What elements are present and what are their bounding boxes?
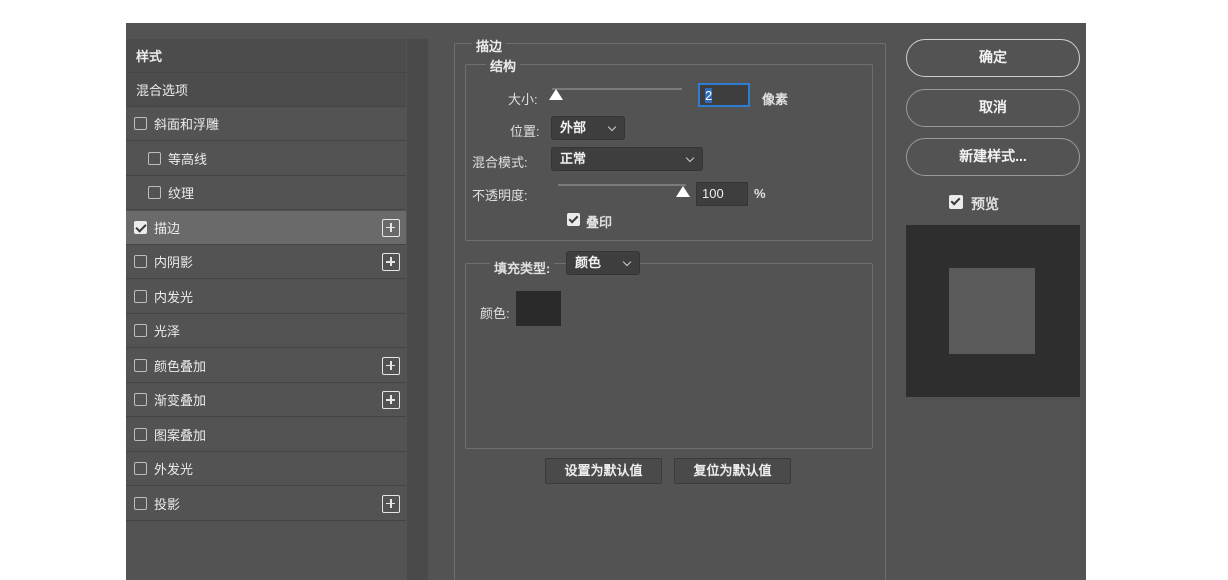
style-item-label: 等高线 bbox=[168, 151, 208, 167]
style-item[interactable]: 内发光 bbox=[126, 280, 406, 314]
style-item-label: 纹理 bbox=[168, 186, 195, 201]
reset-default-button[interactable]: 复位为默认值 bbox=[674, 458, 791, 484]
style-item-checkbox[interactable] bbox=[134, 427, 147, 441]
style-item-checkbox[interactable] bbox=[134, 289, 147, 303]
list-scrollbar[interactable] bbox=[407, 39, 428, 580]
style-item-checkbox[interactable] bbox=[134, 220, 147, 234]
add-effect-plus-icon[interactable] bbox=[382, 494, 400, 513]
preview-label: 预览 bbox=[971, 196, 999, 212]
fill-type-select[interactable]: 颜色 bbox=[566, 251, 640, 275]
style-item-checkbox[interactable] bbox=[148, 151, 161, 165]
style-item[interactable]: 投影 bbox=[126, 487, 406, 521]
preview-checkbox[interactable] bbox=[949, 195, 963, 209]
style-item[interactable]: 外发光 bbox=[126, 452, 406, 486]
style-item[interactable]: 内阴影 bbox=[126, 245, 406, 279]
chevron-down-icon bbox=[622, 257, 632, 267]
position-select[interactable]: 外部 bbox=[551, 116, 625, 140]
size-input[interactable]: 2 bbox=[698, 83, 750, 107]
style-item-checkbox[interactable] bbox=[134, 393, 147, 406]
cancel-button[interactable]: 取消 bbox=[906, 89, 1080, 127]
styles-header[interactable]: 样式 bbox=[126, 39, 406, 73]
chevron-down-icon bbox=[607, 122, 617, 132]
size-label: 大小: bbox=[508, 92, 538, 107]
style-item[interactable]: 颜色叠加 bbox=[126, 349, 406, 383]
style-item[interactable]: 描边 bbox=[126, 210, 406, 245]
chevron-down-icon bbox=[685, 153, 695, 163]
opacity-slider-track[interactable] bbox=[558, 184, 686, 186]
opacity-label: 不透明度: bbox=[472, 188, 528, 203]
add-effect-plus-icon[interactable] bbox=[382, 356, 400, 375]
opacity-slider-thumb[interactable] bbox=[676, 186, 690, 197]
layer-style-dialog: 样式 混合选项 斜面和浮雕 等高线 纹理 描边 内阴影 内发光 光泽 颜色叠加 渐变叠加 图案叠加… bbox=[126, 23, 1086, 580]
style-item-label: 描边 bbox=[154, 220, 181, 236]
position-label: 位置: bbox=[510, 124, 540, 139]
style-item[interactable]: 斜面和浮雕 bbox=[126, 107, 406, 141]
opacity-unit: % bbox=[754, 186, 766, 201]
overprint-checkbox[interactable] bbox=[567, 213, 580, 226]
blend-mode-label: 混合模式: bbox=[472, 155, 528, 170]
add-effect-plus-icon[interactable] bbox=[382, 253, 400, 271]
style-item-checkbox[interactable] bbox=[134, 117, 147, 130]
style-item-label: 内发光 bbox=[154, 289, 194, 305]
style-preview-thumbnail bbox=[906, 225, 1080, 397]
style-item[interactable]: 图案叠加 bbox=[126, 418, 406, 452]
style-item[interactable]: 纹理 bbox=[126, 176, 406, 210]
blend-options-item[interactable]: 混合选项 bbox=[126, 73, 406, 107]
stroke-title: 描边 bbox=[472, 36, 507, 55]
style-item-checkbox[interactable] bbox=[134, 324, 147, 337]
make-default-button[interactable]: 设置为默认值 bbox=[545, 458, 662, 484]
size-unit: 像素 bbox=[762, 92, 789, 107]
color-label: 颜色: bbox=[480, 306, 510, 321]
style-item-label: 颜色叠加 bbox=[154, 358, 207, 374]
style-item[interactable]: 光泽 bbox=[126, 314, 406, 348]
style-item-label: 内阴影 bbox=[154, 255, 194, 270]
ok-button[interactable]: 确定 bbox=[906, 39, 1080, 77]
style-item-checkbox[interactable] bbox=[148, 186, 161, 199]
style-item-label: 外发光 bbox=[154, 462, 194, 477]
style-item-label: 渐变叠加 bbox=[154, 393, 207, 408]
style-item-label: 投影 bbox=[154, 496, 181, 512]
fill-type-label: 填充类型: bbox=[490, 258, 555, 277]
overprint-label: 叠印 bbox=[586, 215, 613, 230]
style-item-checkbox[interactable] bbox=[134, 358, 147, 372]
opacity-input[interactable]: 100 bbox=[696, 182, 748, 206]
blend-mode-select[interactable]: 正常 bbox=[551, 147, 703, 171]
style-item[interactable]: 渐变叠加 bbox=[126, 383, 406, 417]
style-item-label: 斜面和浮雕 bbox=[154, 117, 220, 132]
style-item-checkbox[interactable] bbox=[134, 462, 147, 475]
style-item-label: 图案叠加 bbox=[154, 427, 207, 443]
add-effect-plus-icon[interactable] bbox=[382, 391, 400, 409]
add-effect-plus-icon[interactable] bbox=[382, 218, 400, 237]
stroke-color-swatch[interactable] bbox=[516, 291, 561, 326]
preview-inner-square bbox=[949, 268, 1035, 354]
style-item-checkbox[interactable] bbox=[134, 496, 147, 510]
style-item-checkbox[interactable] bbox=[134, 255, 147, 268]
new-style-button[interactable]: 新建样式... bbox=[906, 138, 1080, 176]
size-slider-thumb[interactable] bbox=[549, 89, 563, 100]
style-item[interactable]: 等高线 bbox=[126, 142, 406, 176]
structure-title: 结构 bbox=[486, 56, 521, 75]
size-slider-track[interactable] bbox=[552, 88, 682, 90]
style-item-label: 光泽 bbox=[154, 324, 181, 339]
